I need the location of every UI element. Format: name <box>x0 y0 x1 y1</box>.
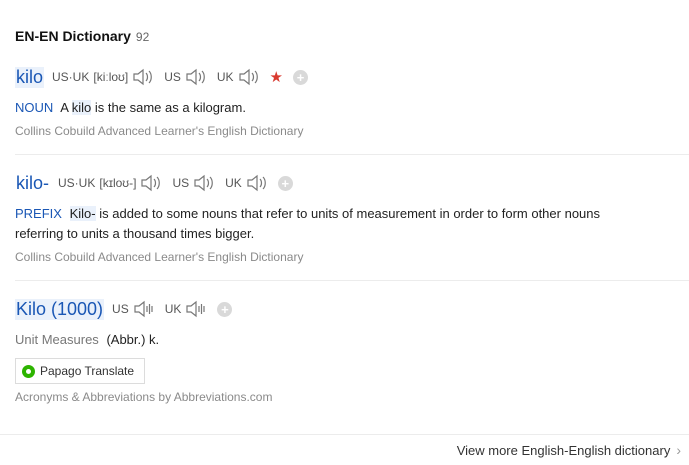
chevron-right-icon: › <box>676 442 681 458</box>
definition-highlight: Kilo- <box>69 206 96 221</box>
uk-label: UK <box>164 302 182 316</box>
uk-label: UK <box>225 176 242 190</box>
divider <box>15 280 689 281</box>
us-label: US <box>164 70 181 84</box>
add-icon[interactable]: + <box>277 175 293 191</box>
papago-translate-button[interactable]: Papago Translate <box>15 358 146 384</box>
us-speaker-icon[interactable] <box>193 174 215 192</box>
headword-link[interactable]: kilo <box>15 66 45 88</box>
definition-text-post: is the same as a kilogram. <box>94 100 246 115</box>
add-icon[interactable]: + <box>217 301 233 317</box>
papago-label: Papago Translate <box>40 364 135 378</box>
add-icon[interactable]: + <box>292 69 308 85</box>
part-of-speech: NOUN <box>15 100 54 115</box>
abbreviation-text: (Abbr.) k. <box>106 332 160 347</box>
view-more-label: View more English-English dictionary <box>456 442 671 458</box>
category-label: Unit Measures <box>15 332 99 347</box>
entry-headline: Kilo (1000) US UK + <box>15 296 689 322</box>
pronunciation-label: US·UK <box>52 70 90 84</box>
speaker-icon[interactable] <box>140 174 162 192</box>
star-icon[interactable]: ★ <box>270 70 283 85</box>
result-count: 92 <box>135 30 150 44</box>
headword-link[interactable]: Kilo (1000) <box>15 298 105 320</box>
definition: NOUN A kilo is the same as a kilogram. <box>15 98 689 118</box>
definition: PREFIX Kilo- is added to some nouns that… <box>15 204 689 244</box>
dictionary-entry-kilo: kilo US·UK [kiːloʊ] US UK ★ + NOUN A kil… <box>15 64 689 138</box>
uk-speaker-icon[interactable] <box>185 300 207 318</box>
phonetic-text: [kiːloʊ] <box>93 70 129 84</box>
view-more-link[interactable]: View more English-English dictionary › <box>457 442 681 458</box>
us-label: US <box>112 302 129 316</box>
uk-speaker-icon[interactable] <box>238 68 260 86</box>
phonetic-text: [kɪloʊ-] <box>99 176 137 190</box>
entry-headline: kilo US·UK [kiːloʊ] US UK ★ + <box>15 64 689 90</box>
divider <box>0 434 689 435</box>
uk-speaker-icon[interactable] <box>246 174 268 192</box>
part-of-speech: PREFIX <box>15 206 62 221</box>
speaker-icon[interactable] <box>132 68 154 86</box>
us-speaker-icon[interactable] <box>133 300 155 318</box>
dictionary-source[interactable]: Collins Cobuild Advanced Learner's Engli… <box>15 124 689 138</box>
definition-text-post: is added to some nouns that refer to uni… <box>15 206 601 241</box>
papago-icon <box>22 364 35 378</box>
us-label: US <box>172 176 190 190</box>
headword-link[interactable]: kilo- <box>15 173 50 194</box>
dictionary-entry-kilo-prefix: kilo- US·UK [kɪloʊ-] US UK + PREFIX Kilo… <box>15 170 689 265</box>
divider <box>15 154 689 155</box>
definition-highlight: kilo <box>71 100 92 115</box>
uk-label: UK <box>216 70 234 84</box>
us-speaker-icon[interactable] <box>185 68 207 86</box>
dictionary-source[interactable]: Collins Cobuild Advanced Learner's Engli… <box>15 250 689 264</box>
section-title: EN-EN Dictionary <box>15 28 131 44</box>
dictionary-source[interactable]: Acronyms & Abbreviations by Abbreviation… <box>15 390 689 404</box>
pronunciation-label: US·UK <box>58 176 96 190</box>
dictionary-header: EN-EN Dictionary 92 <box>15 28 149 44</box>
definition: Unit Measures (Abbr.) k. <box>15 330 689 350</box>
entry-headline: kilo- US·UK [kɪloʊ-] US UK + <box>15 170 689 196</box>
definition-text-pre: A <box>60 100 69 115</box>
dictionary-entry-kilo-1000: Kilo (1000) US UK + Unit Measures (Abbr.… <box>15 296 689 404</box>
